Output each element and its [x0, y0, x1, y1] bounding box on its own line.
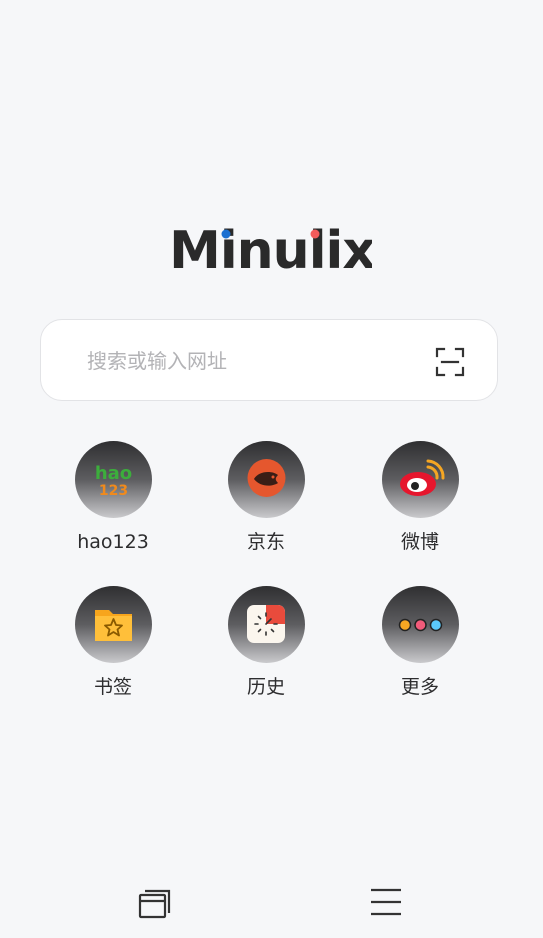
logo-text: Minulix [172, 221, 372, 281]
scan-icon[interactable] [435, 347, 465, 377]
more-dots-icon [381, 586, 459, 663]
bottom-toolbar [0, 870, 543, 938]
logo-dot-blue [221, 229, 230, 239]
bookmark-folder-icon [74, 586, 152, 663]
shortcut-jd[interactable]: 京东 [211, 441, 321, 571]
search-input[interactable]: 搜索或输入网址 [87, 320, 227, 402]
shortcut-label: 更多 [400, 676, 439, 698]
shortcut-label: 历史 [246, 676, 285, 698]
shortcut-history[interactable]: 历史 [211, 586, 321, 716]
weibo-icon [381, 441, 459, 518]
shortcut-bookmarks[interactable]: 书签 [58, 586, 168, 716]
hao123-icon: hao 123 [74, 441, 152, 518]
svg-text:123: 123 [98, 483, 127, 499]
search-bar[interactable]: 搜索或输入网址 [40, 319, 498, 401]
jd-icon [227, 441, 305, 518]
shortcut-hao123[interactable]: hao 123 hao123 [58, 441, 168, 571]
shortcut-weibo[interactable]: 微博 [365, 441, 475, 571]
shortcut-label: hao123 [77, 531, 149, 553]
svg-text:hao: hao [94, 463, 131, 484]
shortcut-label: 书签 [93, 676, 132, 698]
shortcut-label: 京东 [246, 531, 285, 553]
menu-icon[interactable] [368, 884, 404, 920]
app-logo: Minulix [0, 218, 543, 282]
tabs-icon[interactable] [137, 884, 173, 920]
shortcut-label: 微博 [400, 531, 439, 553]
logo-dot-red [310, 229, 319, 239]
history-clock-icon [227, 586, 305, 663]
shortcut-more[interactable]: 更多 [365, 586, 475, 716]
